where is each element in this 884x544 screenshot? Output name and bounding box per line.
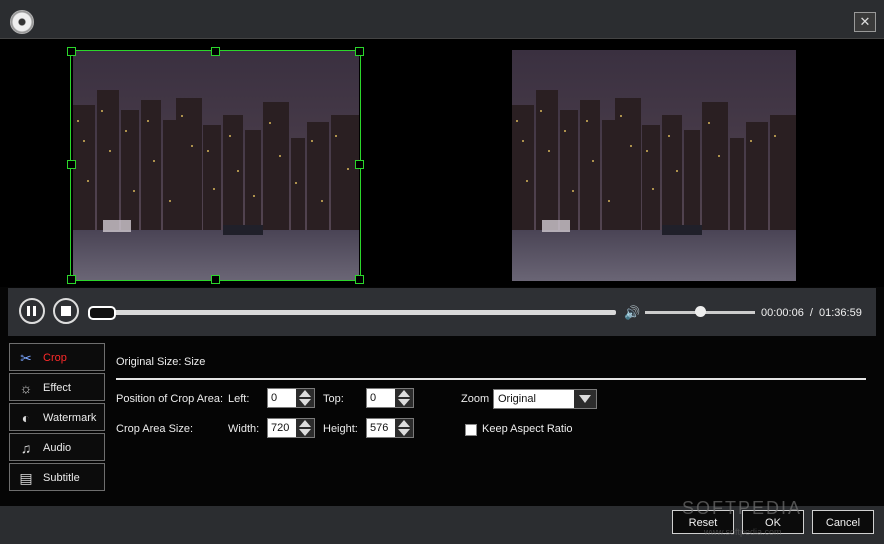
increment-icon[interactable]: [299, 420, 311, 427]
time-display: 00:00:06 / 01:36:59: [761, 307, 862, 319]
width-stepper[interactable]: 720: [267, 418, 315, 438]
height-stepper[interactable]: 576: [366, 418, 414, 438]
tab-label: Subtitle: [43, 472, 80, 484]
scissors-icon: ✂: [20, 350, 32, 366]
softpedia-watermark: SOFTPEDIA: [682, 498, 803, 518]
left-stepper[interactable]: 0: [267, 388, 315, 408]
zoom-label: Zoom: [461, 393, 490, 405]
increment-icon[interactable]: [299, 390, 311, 397]
tab-effect[interactable]: ☼ Effect: [9, 373, 105, 401]
crop-handle-top-left[interactable]: [67, 47, 76, 56]
section-divider: [116, 378, 866, 380]
cancel-button[interactable]: Cancel: [812, 510, 874, 534]
original-size-label: Original Size:: [116, 356, 182, 368]
tab-subtitle[interactable]: ▤ Subtitle: [9, 463, 105, 491]
crop-area-frame[interactable]: [67, 47, 364, 284]
softpedia-watermark-url: www.softpedia.com: [704, 527, 782, 537]
disc-icon: [10, 10, 34, 34]
stepper-arrows[interactable]: [296, 389, 314, 407]
crop-handle-top[interactable]: [211, 47, 220, 56]
subtitle-icon: ▤: [19, 470, 33, 486]
tab-audio[interactable]: ♫ Audio: [9, 433, 105, 461]
city-skyline-output-image: [512, 50, 796, 281]
stop-button[interactable]: [53, 298, 79, 324]
stepper-arrows[interactable]: [395, 419, 413, 437]
stepper-arrows[interactable]: [296, 419, 314, 437]
current-time: 00:00:06: [761, 307, 804, 319]
total-time: 01:36:59: [819, 307, 862, 319]
tab-label: Crop: [43, 352, 67, 364]
crop-handle-bottom-left[interactable]: [67, 275, 76, 284]
left-value: 0: [271, 392, 278, 404]
keep-aspect-checkbox[interactable]: [465, 424, 477, 436]
increment-icon[interactable]: [398, 390, 410, 397]
crop-handle-bottom-right[interactable]: [355, 275, 364, 284]
volume-handle[interactable]: [695, 306, 706, 317]
volume-icon[interactable]: 🔊: [624, 305, 640, 321]
seek-bar[interactable]: [88, 310, 616, 315]
chevron-down-icon[interactable]: [574, 390, 596, 408]
top-label: Top:: [323, 393, 344, 405]
crop-handle-top-right[interactable]: [355, 47, 364, 56]
tab-label: Effect: [43, 382, 71, 394]
decrement-icon[interactable]: [398, 429, 410, 436]
title-bar: ✕: [0, 0, 884, 39]
tab-watermark[interactable]: ◐ Watermark: [9, 403, 105, 431]
crop-position-label: Position of Crop Area:: [116, 393, 224, 405]
time-separator: /: [809, 307, 813, 319]
playback-controls: 🔊 00:00:06 / 01:36:59: [8, 288, 876, 336]
decrement-icon[interactable]: [398, 399, 410, 406]
width-label: Width:: [228, 423, 260, 435]
music-note-icon: ♫: [20, 440, 32, 456]
left-label: Left:: [228, 393, 250, 405]
watermark-icon: ◐: [21, 410, 31, 426]
settings-tabs: ✂ Crop ☼ Effect ◐ Watermark ♫ Audio ▤ Su…: [9, 343, 105, 493]
tab-crop[interactable]: ✂ Crop: [9, 343, 105, 371]
output-video-preview: [512, 50, 796, 281]
original-size-value: Size: [184, 356, 206, 368]
video-preview-area: [0, 39, 884, 287]
height-label: Height:: [323, 423, 358, 435]
zoom-value: Original: [498, 393, 536, 405]
effect-icon: ☼: [19, 380, 33, 396]
close-button[interactable]: ✕: [854, 12, 876, 32]
crop-handle-bottom[interactable]: [211, 275, 220, 284]
tab-label: Audio: [43, 442, 72, 454]
seek-handle[interactable]: [88, 306, 116, 320]
pause-button[interactable]: [19, 298, 45, 324]
top-stepper[interactable]: 0: [366, 388, 414, 408]
decrement-icon[interactable]: [299, 399, 311, 406]
width-value: 720: [271, 422, 290, 434]
stepper-arrows[interactable]: [395, 389, 413, 407]
increment-icon[interactable]: [398, 420, 410, 427]
crop-size-label: Crop Area Size:: [116, 423, 194, 435]
decrement-icon[interactable]: [299, 429, 311, 436]
top-value: 0: [370, 392, 377, 404]
crop-handle-right[interactable]: [355, 160, 364, 169]
height-value: 576: [370, 422, 389, 434]
tab-label: Watermark: [43, 412, 97, 424]
crop-handle-left[interactable]: [67, 160, 76, 169]
keep-aspect-label: Keep Aspect Ratio: [482, 423, 573, 435]
zoom-select[interactable]: Original: [493, 389, 597, 409]
